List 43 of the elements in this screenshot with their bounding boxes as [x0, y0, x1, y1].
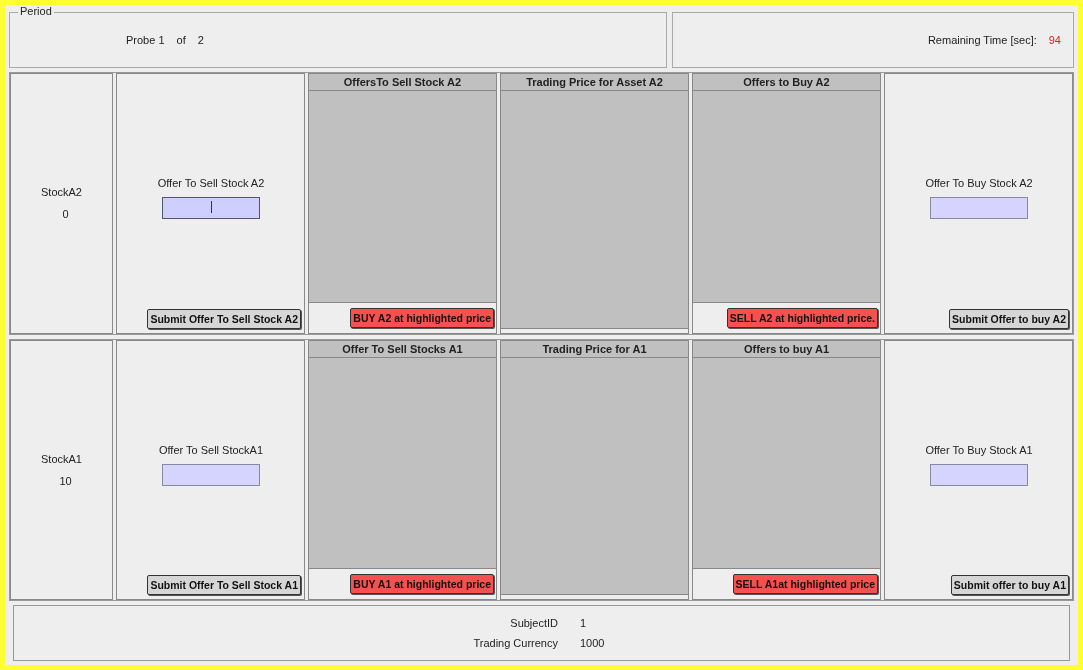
column-header: Trading Price for A1	[501, 340, 688, 358]
of-label: of	[176, 34, 186, 46]
timer-label: Remaining Time [sec]:	[927, 34, 1037, 46]
period-legend: Period	[18, 5, 54, 17]
currency-value: 1000	[580, 637, 605, 649]
submit-button[interactable]: Submit offer to buy A1	[950, 575, 1069, 595]
sell-button[interactable]: SELL A2 at highlighted price.	[726, 307, 878, 328]
column-header: OffersTo Sell Stock A2	[309, 74, 496, 91]
offers-list[interactable]	[693, 91, 880, 302]
timer-value: 94	[1048, 34, 1061, 46]
sell-button[interactable]: SELL A1at highlighted price	[732, 574, 878, 594]
column-header: Trading Price for Asset A2	[501, 74, 688, 91]
buy-button[interactable]: BUY A1 at highlighted price	[350, 574, 494, 594]
text-caret	[211, 201, 212, 214]
field-label: Offer To Sell StockA1	[158, 443, 264, 456]
price-list[interactable]	[501, 91, 688, 328]
input-field[interactable]	[162, 197, 260, 220]
input-field[interactable]	[930, 197, 1028, 220]
offers-list[interactable]	[309, 91, 496, 302]
currency-label: Trading Currency	[472, 637, 558, 649]
column-header: Offers to Buy A2	[693, 74, 880, 91]
stock-label: StockA1	[41, 452, 82, 465]
subject-value: 1	[580, 617, 587, 629]
column-header: Offer To Sell Stocks A1	[309, 340, 496, 358]
probe-label: Probe 1	[126, 34, 165, 46]
field-label: Offer To Buy Stock A2	[925, 177, 1033, 190]
stock-label: StockA2	[41, 186, 82, 199]
holdings-value: 10	[59, 474, 72, 487]
offers-list[interactable]	[693, 357, 880, 568]
input-field[interactable]	[162, 463, 260, 486]
column-header: Offers to buy A1	[693, 340, 880, 358]
field-label: Offer To Buy Stock A1	[925, 443, 1033, 456]
probe-total: 2	[197, 34, 204, 46]
buy-button[interactable]: BUY A2 at highlighted price	[350, 307, 494, 328]
field-label: Offer To Sell Stock A2	[157, 177, 265, 190]
offers-list[interactable]	[309, 357, 496, 568]
holdings-value: 0	[62, 208, 69, 221]
submit-button[interactable]: Submit Offer To Sell Stock A2	[147, 308, 301, 329]
input-field[interactable]	[930, 463, 1028, 486]
submit-button[interactable]: Submit Offer To Sell Stock A1	[147, 575, 301, 595]
subject-label: SubjectID	[509, 617, 558, 629]
price-list[interactable]	[501, 357, 688, 594]
submit-button[interactable]: Submit Offer to buy A2	[949, 308, 1069, 329]
